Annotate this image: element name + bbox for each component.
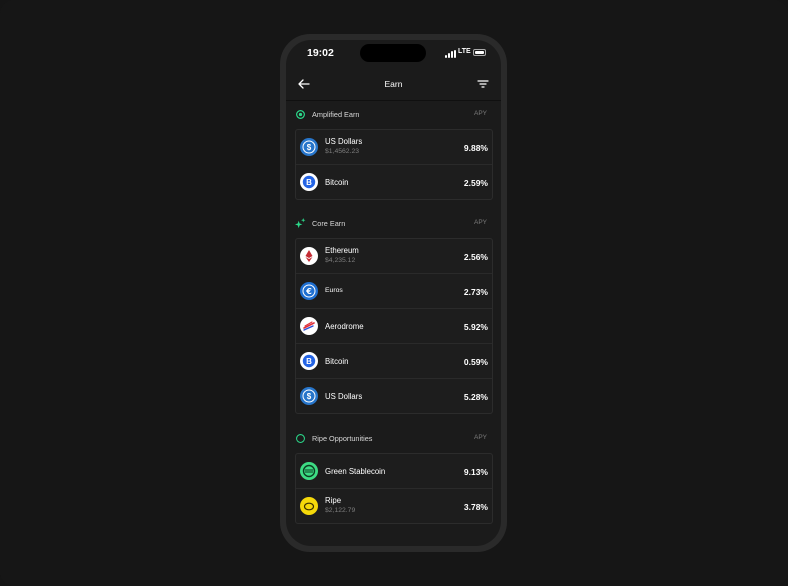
earn-row-bitcoin[interactable]: B Bitcoin 2.59% [296, 164, 492, 199]
section-title: Ripe Opportunities [312, 434, 373, 443]
filter-icon[interactable] [475, 76, 491, 92]
apy-column-label: APY [473, 110, 487, 117]
phone-frame: 19:02 LTE Earn Amplified Earn APY $ US D… [280, 34, 507, 552]
section-header-ripe-opportunities: Ripe Opportunities APY [286, 430, 501, 448]
svg-text:B: B [306, 178, 312, 187]
top-nav-bar: Earn [286, 68, 501, 101]
earn-row-us-dollars[interactable]: $ US Dollars 5.28% [296, 378, 492, 413]
asset-balance: $1,4562.23 [325, 148, 360, 155]
target-icon [296, 110, 305, 119]
apy-value: 2.73% [463, 287, 488, 297]
canvas-background: 19:02 LTE Earn Amplified Earn APY $ US D… [0, 0, 788, 586]
bitcoin-icon: B [300, 352, 318, 370]
dynamic-island [360, 44, 426, 62]
asset-name: Euros [325, 287, 343, 294]
svg-text:$: $ [307, 143, 312, 152]
earn-row-bitcoin[interactable]: B Bitcoin 0.59% [296, 343, 492, 378]
apy-value: 5.92% [463, 322, 488, 332]
signal-icon [445, 50, 457, 58]
apy-value: 2.59% [463, 178, 488, 188]
asset-name: Ethereum [325, 246, 359, 255]
earn-row-aerodrome[interactable]: Aerodrome 5.92% [296, 308, 492, 343]
svg-text:€: € [305, 287, 312, 296]
apy-value: 9.88% [463, 143, 488, 153]
euro-coin-icon: € [300, 282, 318, 300]
section-title: Amplified Earn [312, 110, 360, 119]
page-title: Earn [384, 79, 403, 89]
asset-name: Bitcoin [325, 178, 349, 187]
status-time: 19:02 [307, 47, 334, 59]
asset-name: Green Stablecoin [325, 467, 386, 476]
asset-name: Aerodrome [325, 322, 364, 331]
earn-row-green-stablecoin[interactable]: Green Stablecoin 9.13% [296, 454, 492, 488]
usdc-icon: $ [300, 387, 318, 405]
earn-card-amplified: $ US Dollars $1,4562.23 9.88% B Bitcoin [295, 129, 493, 200]
asset-name: Ripe [325, 496, 342, 505]
battery-icon [473, 49, 486, 56]
green-stablecoin-icon [300, 462, 318, 480]
status-bar: 19:02 LTE [286, 40, 501, 68]
usdc-icon: $ [300, 138, 318, 156]
apy-column-label: APY [473, 219, 487, 226]
bitcoin-icon: B [300, 173, 318, 191]
apy-value: 9.13% [463, 467, 488, 477]
earn-row-euros[interactable]: € Euros 2.73% [296, 273, 492, 308]
network-label: LTE [458, 48, 471, 55]
earn-row-ethereum[interactable]: Ethereum $4,235.12 2.56% [296, 239, 492, 273]
aerodrome-icon [300, 317, 318, 335]
ethereum-icon [300, 247, 318, 265]
apy-value: 2.56% [463, 252, 488, 262]
earn-row-ripe[interactable]: Ripe $2,122.79 3.78% [296, 488, 492, 523]
earn-card-core: Ethereum $4,235.12 2.56% € Euros 2.73% A… [295, 238, 493, 414]
apy-value: 3.78% [463, 502, 488, 512]
ripe-icon [300, 497, 318, 515]
asset-balance: $4,235.12 [325, 257, 356, 264]
asset-name: US Dollars [325, 137, 363, 146]
svg-text:B: B [306, 357, 312, 366]
asset-name: US Dollars [325, 392, 363, 401]
asset-name: Bitcoin [325, 357, 349, 366]
phone-screen: 19:02 LTE Earn Amplified Earn APY $ US D… [286, 40, 501, 546]
ring-icon [296, 434, 305, 443]
sparkle-icon [295, 218, 306, 229]
section-title: Core Earn [312, 219, 346, 228]
apy-column-label: APY [473, 434, 487, 441]
apy-value: 0.59% [463, 357, 488, 367]
earn-card-ripe: Green Stablecoin 9.13% Ripe $2,122.79 3.… [295, 453, 493, 524]
section-header-core-earn: Core Earn APY [286, 215, 501, 233]
asset-balance: $2,122.79 [325, 507, 356, 514]
section-header-amplified-earn: Amplified Earn APY [286, 106, 501, 124]
apy-value: 5.28% [463, 392, 488, 402]
svg-text:$: $ [307, 392, 312, 401]
earn-row-us-dollars[interactable]: $ US Dollars $1,4562.23 9.88% [296, 130, 492, 164]
